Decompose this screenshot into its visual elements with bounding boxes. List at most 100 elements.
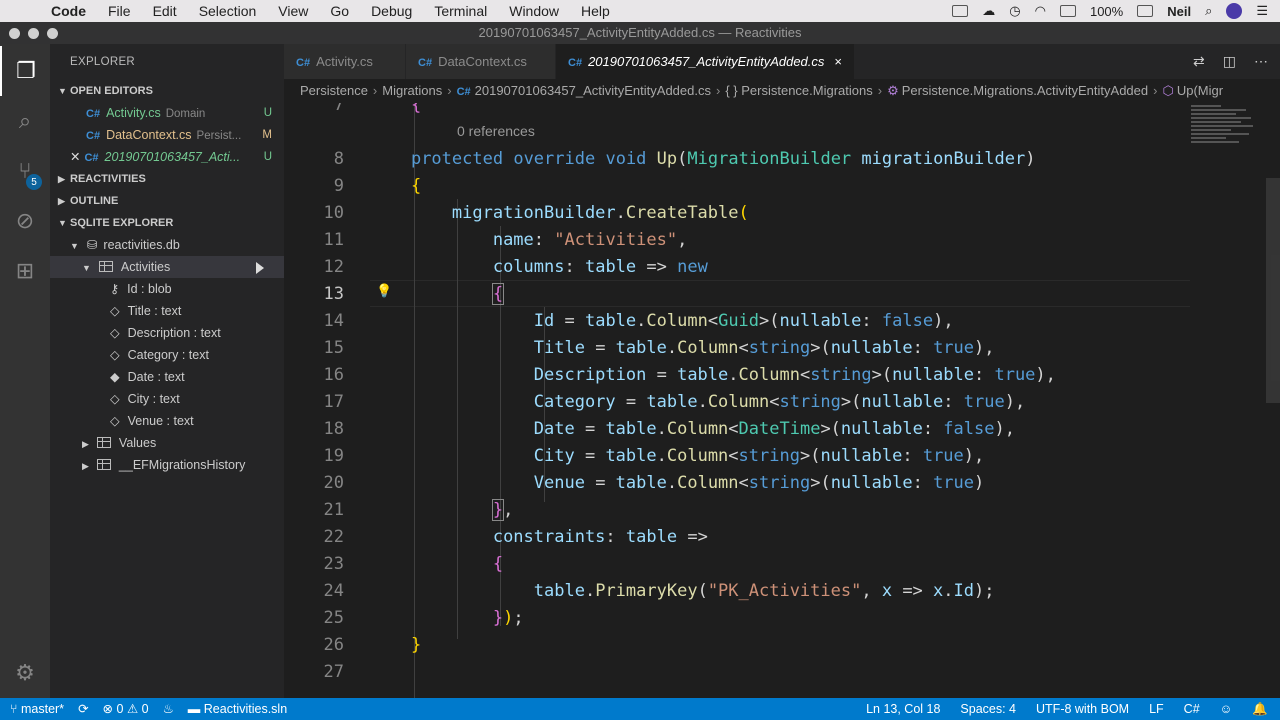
menu-view[interactable]: View	[267, 3, 319, 19]
breadcrumb-item[interactable]: { } Persistence.Migrations	[725, 83, 872, 98]
menu-debug[interactable]: Debug	[360, 3, 423, 19]
battery-label[interactable]: 100%	[1090, 4, 1123, 19]
breadcrumb-item[interactable]: 20190701063457_ActivityEntityAdded.cs	[475, 83, 711, 98]
time-machine-icon[interactable]: ◷	[1009, 3, 1020, 19]
encoding[interactable]: UTF-8 with BOM	[1036, 698, 1129, 720]
close-icon[interactable]: ✕	[70, 150, 80, 164]
cloud-icon[interactable]: ☁	[982, 3, 995, 19]
window-title: 20190701063457_ActivityEntityAdded.cs — …	[478, 25, 802, 40]
csharp-icon: C#	[456, 86, 471, 98]
code-line: }	[410, 635, 422, 655]
breadcrumb-item[interactable]: Persistence	[300, 83, 368, 98]
column-item[interactable]: ◇ City : text	[50, 388, 284, 410]
chevron-down-icon: ▼	[70, 241, 79, 251]
cursor-position[interactable]: Ln 13, Col 18	[866, 698, 940, 720]
wifi-icon[interactable]: ◠	[1035, 3, 1046, 19]
column-item[interactable]: ◇ Venue : text	[50, 410, 284, 432]
open-editors-header[interactable]: ▼ OPEN EDITORS	[50, 80, 284, 102]
open-editor-migration[interactable]: ✕ C# 20190701063457_Acti... U	[50, 146, 284, 168]
solution-indicator[interactable]: ▬ Reactivities.sln	[188, 698, 287, 720]
vertical-scrollbar[interactable]	[1266, 103, 1280, 698]
display-icon[interactable]	[952, 5, 969, 17]
search-icon[interactable]: ⌕	[0, 96, 50, 146]
minimap[interactable]	[1191, 103, 1266, 173]
section-reactivities[interactable]: ▶ REACTIVITIES	[50, 168, 284, 190]
split-editor-icon[interactable]: ◫	[1223, 53, 1236, 70]
menu-app[interactable]: Code	[40, 3, 97, 19]
settings-gear-icon[interactable]: ⚙	[0, 648, 50, 698]
db-item[interactable]: ▼ ⛁ reactivities.db	[50, 234, 284, 256]
column-item[interactable]: ◇ Description : text	[50, 322, 284, 344]
code-line: },	[491, 499, 514, 521]
section-sqlite-explorer[interactable]: ▼ SQLITE EXPLORER	[50, 212, 284, 234]
omnisharp-icon[interactable]: ♨	[163, 698, 174, 720]
column-item[interactable]: ◆ Date : text	[50, 366, 284, 388]
section-outline[interactable]: ▶ OUTLINE	[50, 190, 284, 212]
more-actions-icon[interactable]: ⋯	[1254, 53, 1268, 70]
problems-indicator[interactable]: ⊗ 0 ⚠ 0	[103, 698, 149, 720]
siri-icon[interactable]	[1226, 3, 1243, 19]
column-item[interactable]: ◇ Category : text	[50, 344, 284, 366]
end-of-line[interactable]: LF	[1149, 698, 1164, 720]
sync-icon[interactable]: ⟳	[78, 698, 88, 720]
table-item-values[interactable]: ▶ Values	[50, 432, 284, 454]
line-number: 11	[323, 230, 344, 250]
indentation[interactable]: Spaces: 4	[960, 698, 1016, 720]
menu-terminal[interactable]: Terminal	[423, 3, 498, 19]
minimize-window-button[interactable]	[28, 28, 39, 39]
source-control-icon[interactable]: ⑂ 5	[0, 146, 50, 196]
tab-datacontext[interactable]: C# DataContext.cs	[406, 44, 556, 79]
column-icon: ◇	[110, 348, 120, 362]
column-item[interactable]: ◇ Title : text	[50, 300, 284, 322]
spotlight-icon[interactable]: ⌕	[1205, 3, 1212, 19]
code-line: Title = table.Column<string>(nullable: t…	[533, 338, 995, 358]
menu-edit[interactable]: Edit	[142, 3, 188, 19]
open-editor-activity[interactable]: C# Activity.cs Domain U	[50, 102, 284, 124]
column-item[interactable]: ⚷ Id : blob	[50, 278, 284, 300]
codelens-references[interactable]: 0 references	[457, 123, 535, 139]
menu-selection[interactable]: Selection	[188, 3, 268, 19]
open-changes-icon[interactable]: ⇄	[1193, 53, 1205, 70]
column-icon: ◇	[110, 392, 120, 406]
menu-window[interactable]: Window	[498, 3, 570, 19]
airplay-icon[interactable]	[1059, 5, 1076, 17]
code-line: name: "Activities",	[492, 230, 688, 250]
git-branch[interactable]: ⑂ master*	[10, 698, 64, 720]
column-icon: ◇	[110, 414, 120, 428]
run-query-icon[interactable]	[256, 262, 264, 274]
extensions-icon[interactable]: ⊞	[0, 246, 50, 296]
menu-file[interactable]: File	[97, 3, 142, 19]
tab-migration[interactable]: C# 20190701063457_ActivityEntityAdded.cs ×	[556, 44, 855, 79]
table-item-efmigrations[interactable]: ▶ __EFMigrationsHistory	[50, 454, 284, 476]
line-number: 21	[323, 500, 344, 520]
menu-help[interactable]: Help	[570, 3, 621, 19]
line-number: 8	[333, 149, 344, 169]
table-item-activities[interactable]: ▼ Activities	[50, 256, 284, 278]
close-window-button[interactable]	[9, 28, 20, 39]
menu-go[interactable]: Go	[319, 3, 360, 19]
close-tab-icon[interactable]: ×	[834, 54, 842, 69]
battery-icon[interactable]	[1137, 5, 1154, 17]
breadcrumb-item[interactable]: Up(Migr	[1177, 83, 1223, 98]
language-mode[interactable]: C#	[1184, 698, 1200, 720]
line-number: 17	[323, 392, 344, 412]
notifications-icon[interactable]: 🔔	[1252, 698, 1268, 720]
user-name[interactable]: Neil	[1167, 4, 1191, 19]
open-editor-datacontext[interactable]: C# DataContext.cs Persist... M	[50, 124, 284, 146]
explorer-sidebar: EXPLORER ▼ OPEN EDITORS C# Activity.cs Doma…	[50, 44, 284, 698]
code-line: City = table.Column<string>(nullable: tr…	[533, 446, 985, 466]
code-editor[interactable]: 7 { 0 references 8 protected override vo…	[284, 103, 1280, 698]
scrollbar-thumb[interactable]	[1266, 178, 1280, 403]
explorer-icon[interactable]: ❐	[0, 46, 50, 96]
notification-center-icon[interactable]: ☰	[1256, 3, 1268, 19]
line-number: 24	[323, 581, 344, 601]
breadcrumb-item[interactable]: Persistence.Migrations.ActivityEntityAdd…	[902, 83, 1148, 98]
code-line: Id = table.Column<Guid>(nullable: false)…	[533, 311, 954, 331]
breadcrumb-item[interactable]: Migrations	[382, 83, 442, 98]
zoom-window-button[interactable]	[47, 28, 58, 39]
table-icon	[96, 437, 111, 448]
debug-icon[interactable]: ⊘	[0, 196, 50, 246]
feedback-icon[interactable]: ☺	[1220, 698, 1233, 720]
code-line: });	[492, 608, 524, 628]
tab-activity[interactable]: C# Activity.cs	[284, 44, 406, 79]
